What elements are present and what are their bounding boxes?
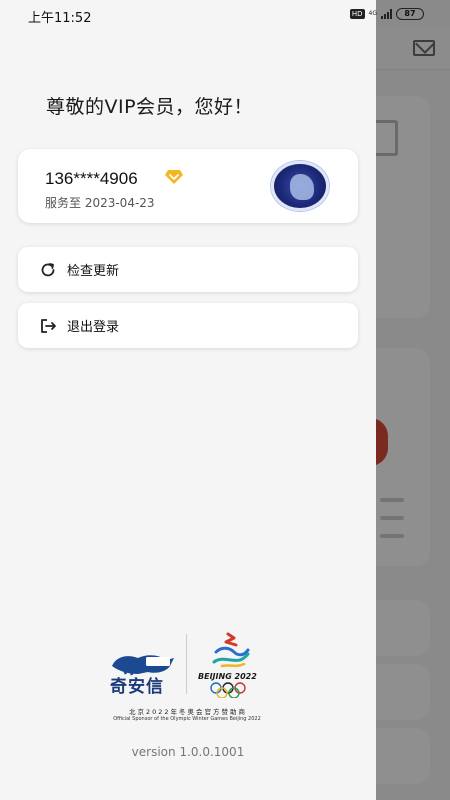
background-card <box>376 664 430 720</box>
avatar[interactable] <box>271 161 329 211</box>
hd-icon: HD <box>349 9 365 19</box>
service-expiry: 服务至 2023-04-23 <box>45 196 155 210</box>
logo-divider <box>186 634 187 694</box>
check-update-button[interactable]: 检查更新 <box>18 247 358 292</box>
logout-icon <box>41 318 56 333</box>
status-time: 上午11:52 <box>28 11 92 26</box>
battery-icon: 87 <box>396 8 424 20</box>
vip-badge-icon <box>165 170 183 184</box>
background-list-lines <box>380 498 404 540</box>
olympic-rings-icon <box>210 682 246 698</box>
avatar-image <box>290 174 314 200</box>
status-bar: 上午11:52 HD 4G 87 <box>0 0 450 28</box>
beijing-2022-emblem <box>212 632 250 668</box>
network-type: 4G <box>368 10 377 17</box>
side-drawer: 尊敬的VIP会员，您好！ 136****4906 服务至 2023-04-23 … <box>0 0 376 800</box>
monitor-icon <box>376 120 398 156</box>
status-icons: HD 4G 87 <box>349 8 424 20</box>
qianxin-brand: 奇安信 <box>110 677 164 697</box>
background-card <box>376 600 430 656</box>
phone-number: 136****4906 <box>45 169 138 188</box>
sponsor-cn-text: 北京2022年冬奥会官方赞助商 <box>128 708 248 716</box>
mail-icon[interactable] <box>413 40 435 56</box>
signal-icon <box>381 9 392 19</box>
app-version: version 1.0.0.1001 <box>131 745 245 759</box>
user-card[interactable]: 136****4906 服务至 2023-04-23 <box>18 149 358 223</box>
refresh-icon <box>41 262 55 276</box>
logout-button[interactable]: 退出登录 <box>18 303 358 348</box>
check-update-label: 检查更新 <box>67 264 120 279</box>
sponsor-en-text: Official Sponsor of the Olympic Winter G… <box>113 716 261 722</box>
background-card <box>376 728 430 784</box>
beijing-2022-text: BEIJING 2022 <box>198 672 257 681</box>
greeting-text: 尊敬的VIP会员，您好！ <box>46 96 254 118</box>
logout-label: 退出登录 <box>67 320 120 335</box>
